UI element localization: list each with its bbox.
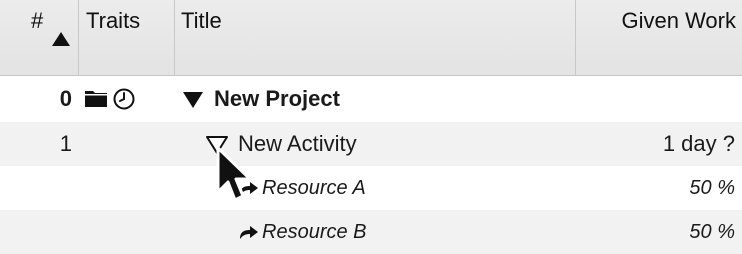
column-header-given-work[interactable]: Given Work bbox=[576, 0, 742, 75]
column-header-number[interactable]: # bbox=[0, 0, 79, 75]
column-header-given-work-label: Given Work bbox=[621, 8, 736, 33]
outline-table: # Traits Title Given Work 0 New Project … bbox=[0, 0, 742, 254]
row-title[interactable]: Resource A bbox=[262, 166, 366, 210]
row-number: 0 bbox=[59, 86, 72, 111]
table-row-resource[interactable]: Resource A 50 % bbox=[0, 166, 742, 210]
sort-ascending-icon bbox=[52, 32, 70, 46]
table-header: # Traits Title Given Work bbox=[0, 0, 742, 76]
table-row-resource[interactable]: Resource B 50 % bbox=[0, 210, 742, 254]
row-title[interactable]: Resource B bbox=[262, 210, 367, 254]
table-row-activity[interactable]: 1 New Activity 1 day ? bbox=[0, 122, 742, 166]
mouse-pointer-icon bbox=[216, 146, 252, 202]
column-header-number-label: # bbox=[31, 8, 44, 33]
row-number: 1 bbox=[59, 131, 72, 156]
column-header-title-label: Title bbox=[181, 8, 222, 33]
row-given-work[interactable]: 1 day ? bbox=[663, 122, 735, 166]
column-header-traits[interactable]: Traits bbox=[79, 0, 175, 75]
disclosure-triangle-expanded-icon[interactable] bbox=[183, 92, 203, 108]
row-title[interactable]: New Project bbox=[214, 77, 340, 121]
assignment-arrow-icon bbox=[240, 226, 258, 239]
table-row-project[interactable]: 0 New Project bbox=[0, 77, 742, 121]
row-given-work[interactable]: 50 % bbox=[689, 210, 735, 254]
column-header-title[interactable]: Title bbox=[175, 0, 576, 75]
clock-icon bbox=[113, 88, 135, 110]
column-header-traits-label: Traits bbox=[86, 8, 141, 33]
row-given-work[interactable]: 50 % bbox=[689, 166, 735, 210]
folder-icon bbox=[85, 91, 107, 107]
